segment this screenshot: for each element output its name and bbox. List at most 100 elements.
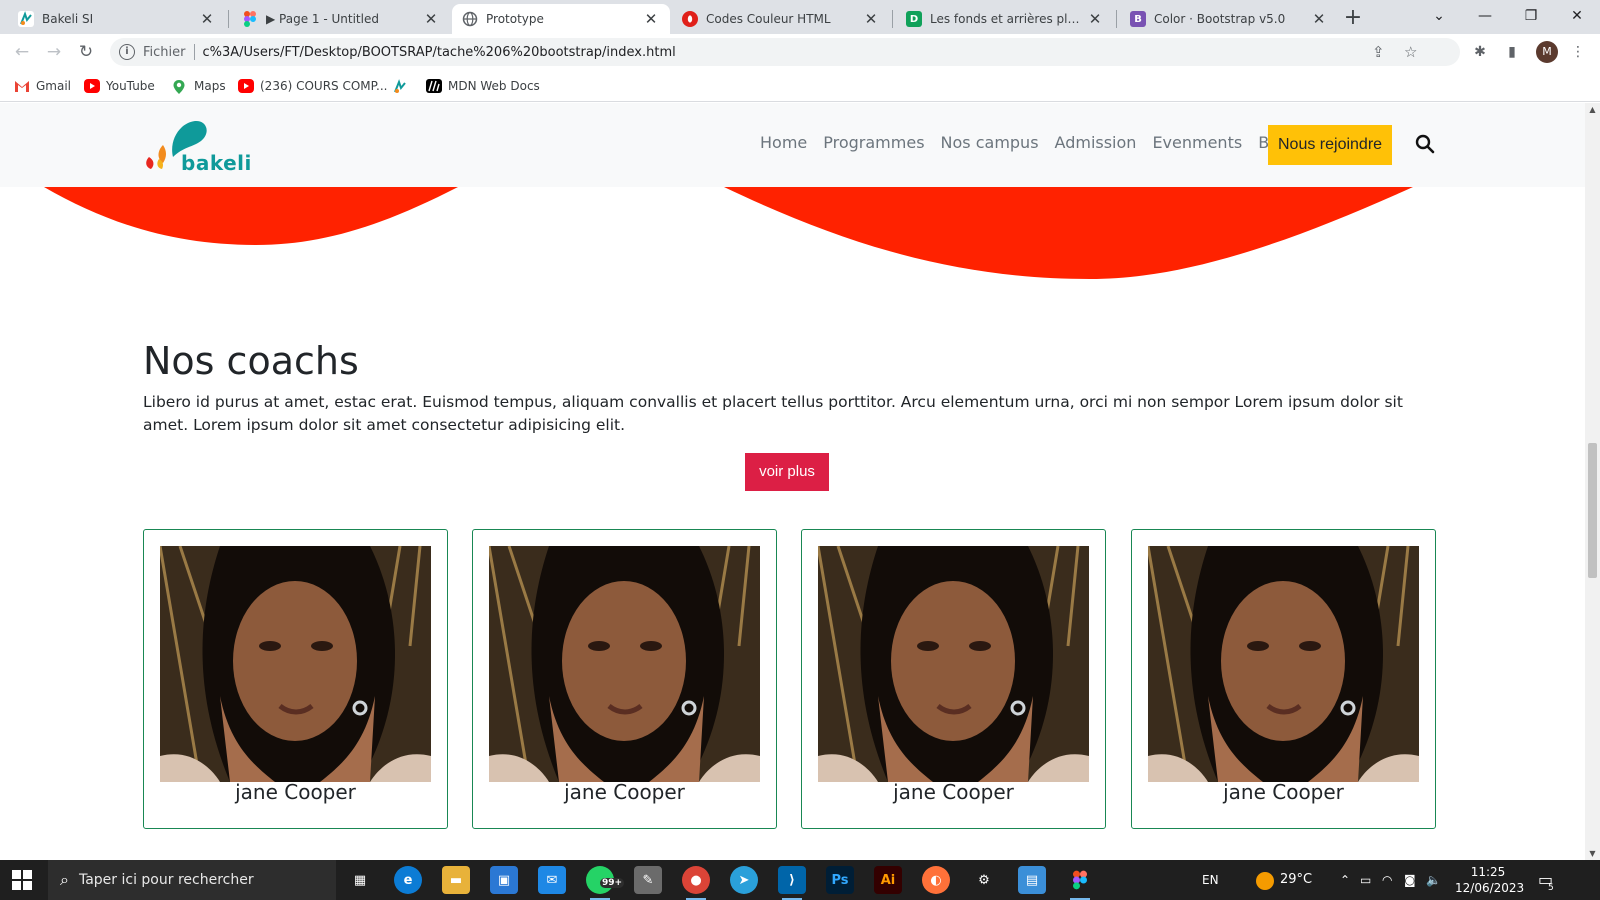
bakeli-icon (18, 11, 34, 27)
photoshop-icon[interactable]: Ps (826, 866, 854, 894)
forward-arrow-icon[interactable]: → (42, 40, 66, 64)
file-explorer-icon[interactable]: ▬ (442, 866, 470, 894)
bookmark-gmail[interactable]: Gmail (14, 76, 71, 96)
logo-text: bakeli (181, 151, 252, 175)
webcam-icon[interactable]: ◙ (1404, 860, 1416, 900)
bookmark-star-icon[interactable]: ☆ (1404, 38, 1417, 66)
menu-dots-icon[interactable]: ⋮ (1568, 42, 1588, 62)
nav-home[interactable]: Home (760, 133, 807, 152)
tab-bootstrap[interactable]: B Color · Bootstrap v5.0 ✕ (1120, 4, 1338, 34)
firefox-icon[interactable]: ◐ (922, 866, 950, 894)
store-icon[interactable]: ▣ (490, 866, 518, 894)
opera-icon (682, 11, 698, 27)
close-window-button[interactable]: ✕ (1554, 2, 1600, 32)
scroll-up-arrow-icon[interactable]: ▲ (1585, 105, 1600, 114)
hero-red-shapes (44, 187, 1413, 279)
paint-icon[interactable]: ✎ (634, 866, 662, 894)
close-icon[interactable]: ✕ (862, 10, 880, 28)
whatsapp-icon[interactable]: 99+ (586, 866, 625, 900)
coach-name: jane Cooper (564, 780, 685, 804)
back-arrow-icon[interactable]: ← (10, 40, 34, 64)
site-navbar: bakeli Home Programmes Nos campus Admiss… (0, 103, 1585, 187)
page-viewport: bakeli Home Programmes Nos campus Admiss… (0, 103, 1585, 860)
notification-icon[interactable]: ▭ 5 (1538, 860, 1554, 900)
close-icon[interactable]: ✕ (1310, 10, 1328, 28)
tab-fonds-css[interactable]: D Les fonds et arrières plans CSS ✕ (896, 4, 1114, 34)
side-panel-icon[interactable]: ▮ (1502, 42, 1522, 62)
browser-toolbar: ← → ↻ i Fichier c%3A/Users/FT/Desktop/BO… (0, 34, 1600, 70)
chevron-up-icon[interactable]: ⌃ (1340, 860, 1350, 900)
taskbar-search[interactable]: ⌕ Taper ici pour rechercher (48, 860, 336, 900)
weather-sun-icon[interactable] (1256, 860, 1274, 900)
nav-campus[interactable]: Nos campus (941, 133, 1039, 152)
telegram-icon[interactable]: ➤ (730, 866, 758, 894)
join-button[interactable]: Nous rejoindre (1268, 125, 1393, 165)
address-bar[interactable]: i Fichier c%3A/Users/FT/Desktop/BOOTSRAP… (110, 38, 1460, 66)
bakeli-logo[interactable]: bakeli (143, 115, 251, 175)
clock-date[interactable]: 12/06/2023 (1455, 881, 1524, 896)
coach-name: jane Cooper (1223, 780, 1344, 804)
coach-card[interactable]: jane Cooper (801, 529, 1106, 829)
coach-name: jane Cooper (893, 780, 1014, 804)
scrollbar-thumb[interactable] (1588, 443, 1597, 578)
coach-photo (489, 546, 760, 782)
bookmark-youtube[interactable]: YouTube (84, 76, 155, 96)
task-view-icon[interactable]: ▦ (346, 866, 374, 894)
page-scrollbar[interactable]: ▲ ▼ (1585, 103, 1600, 860)
close-icon[interactable]: ✕ (642, 10, 660, 28)
coach-card[interactable]: jane Cooper (143, 529, 448, 829)
nav-admission[interactable]: Admission (1055, 133, 1137, 152)
temperature[interactable]: 29°C (1280, 860, 1312, 900)
close-icon[interactable]: ✕ (1086, 10, 1104, 28)
control-panel-icon[interactable]: ▤ (1018, 866, 1046, 894)
close-icon[interactable]: ✕ (198, 10, 216, 28)
extensions-icon[interactable]: ✱ (1470, 42, 1490, 62)
address-divider (193, 44, 195, 60)
avatar[interactable]: M (1536, 41, 1558, 63)
windows-start-icon[interactable] (12, 870, 32, 890)
language-indicator[interactable]: EN (1202, 860, 1219, 900)
tab-title: Les fonds et arrières plans CSS (930, 12, 1086, 26)
tab-figma[interactable]: ▶ Page 1 - Untitled ✕ (232, 4, 450, 34)
clock-time[interactable]: 11:25 (1455, 865, 1521, 880)
volume-icon[interactable]: 🔈 (1426, 860, 1441, 900)
tab-separator (228, 10, 229, 28)
bookmarks-bar: Gmail YouTube Maps (236) COURS COMP... M… (0, 70, 1600, 102)
minimize-button[interactable]: — (1462, 2, 1508, 32)
share-icon[interactable]: ⇪ (1372, 38, 1385, 66)
bookmark-bakeli[interactable] (392, 76, 414, 96)
nav-programmes[interactable]: Programmes (823, 133, 924, 152)
reload-icon[interactable]: ↻ (74, 40, 98, 64)
voir-plus-button[interactable]: voir plus (745, 453, 829, 491)
battery-icon[interactable]: ▭ (1360, 860, 1371, 900)
coach-card[interactable]: jane Cooper (472, 529, 777, 829)
tab-bakeli[interactable]: Bakeli SI ✕ (8, 4, 226, 34)
new-tab-button[interactable]: + (1340, 6, 1366, 32)
nav-evenments[interactable]: Evenments (1152, 133, 1242, 152)
figma-icon[interactable] (1066, 866, 1094, 900)
settings-gear-icon[interactable]: ⚙ (970, 866, 998, 894)
bookmark-maps[interactable]: Maps (172, 76, 226, 96)
illustrator-icon[interactable]: Ai (874, 866, 902, 894)
bakeli-icon (392, 79, 408, 93)
browser-tab-strip: Bakeli SI ✕ ▶ Page 1 - Untitled ✕ Protot… (0, 0, 1600, 34)
bookmark-cours[interactable]: (236) COURS COMP... (238, 76, 387, 96)
tab-title: Prototype (486, 12, 544, 26)
tab-search-button[interactable]: ⌄ (1416, 2, 1462, 32)
tab-prototype[interactable]: Prototype ✕ (452, 4, 670, 34)
vscode-icon[interactable]: ⟩ (778, 866, 806, 900)
restore-button[interactable]: ❐ (1508, 2, 1554, 32)
bookmark-mdn[interactable]: MDN Web Docs (426, 76, 540, 96)
info-icon[interactable]: i (119, 44, 135, 60)
close-icon[interactable]: ✕ (422, 10, 440, 28)
search-icon[interactable] (1414, 133, 1436, 155)
scroll-down-arrow-icon[interactable]: ▼ (1585, 849, 1600, 858)
edge-icon[interactable]: e (394, 866, 422, 894)
wifi-icon[interactable]: ◠ (1382, 860, 1392, 900)
tab-codes-couleur[interactable]: Codes Couleur HTML ✕ (672, 4, 890, 34)
mdn-icon (426, 79, 442, 93)
coach-card[interactable]: jane Cooper (1131, 529, 1436, 829)
tab-title: ▶ Page 1 - Untitled (266, 12, 379, 26)
chrome-icon[interactable]: ● (682, 866, 710, 900)
mail-icon[interactable]: ✉ (538, 866, 566, 894)
